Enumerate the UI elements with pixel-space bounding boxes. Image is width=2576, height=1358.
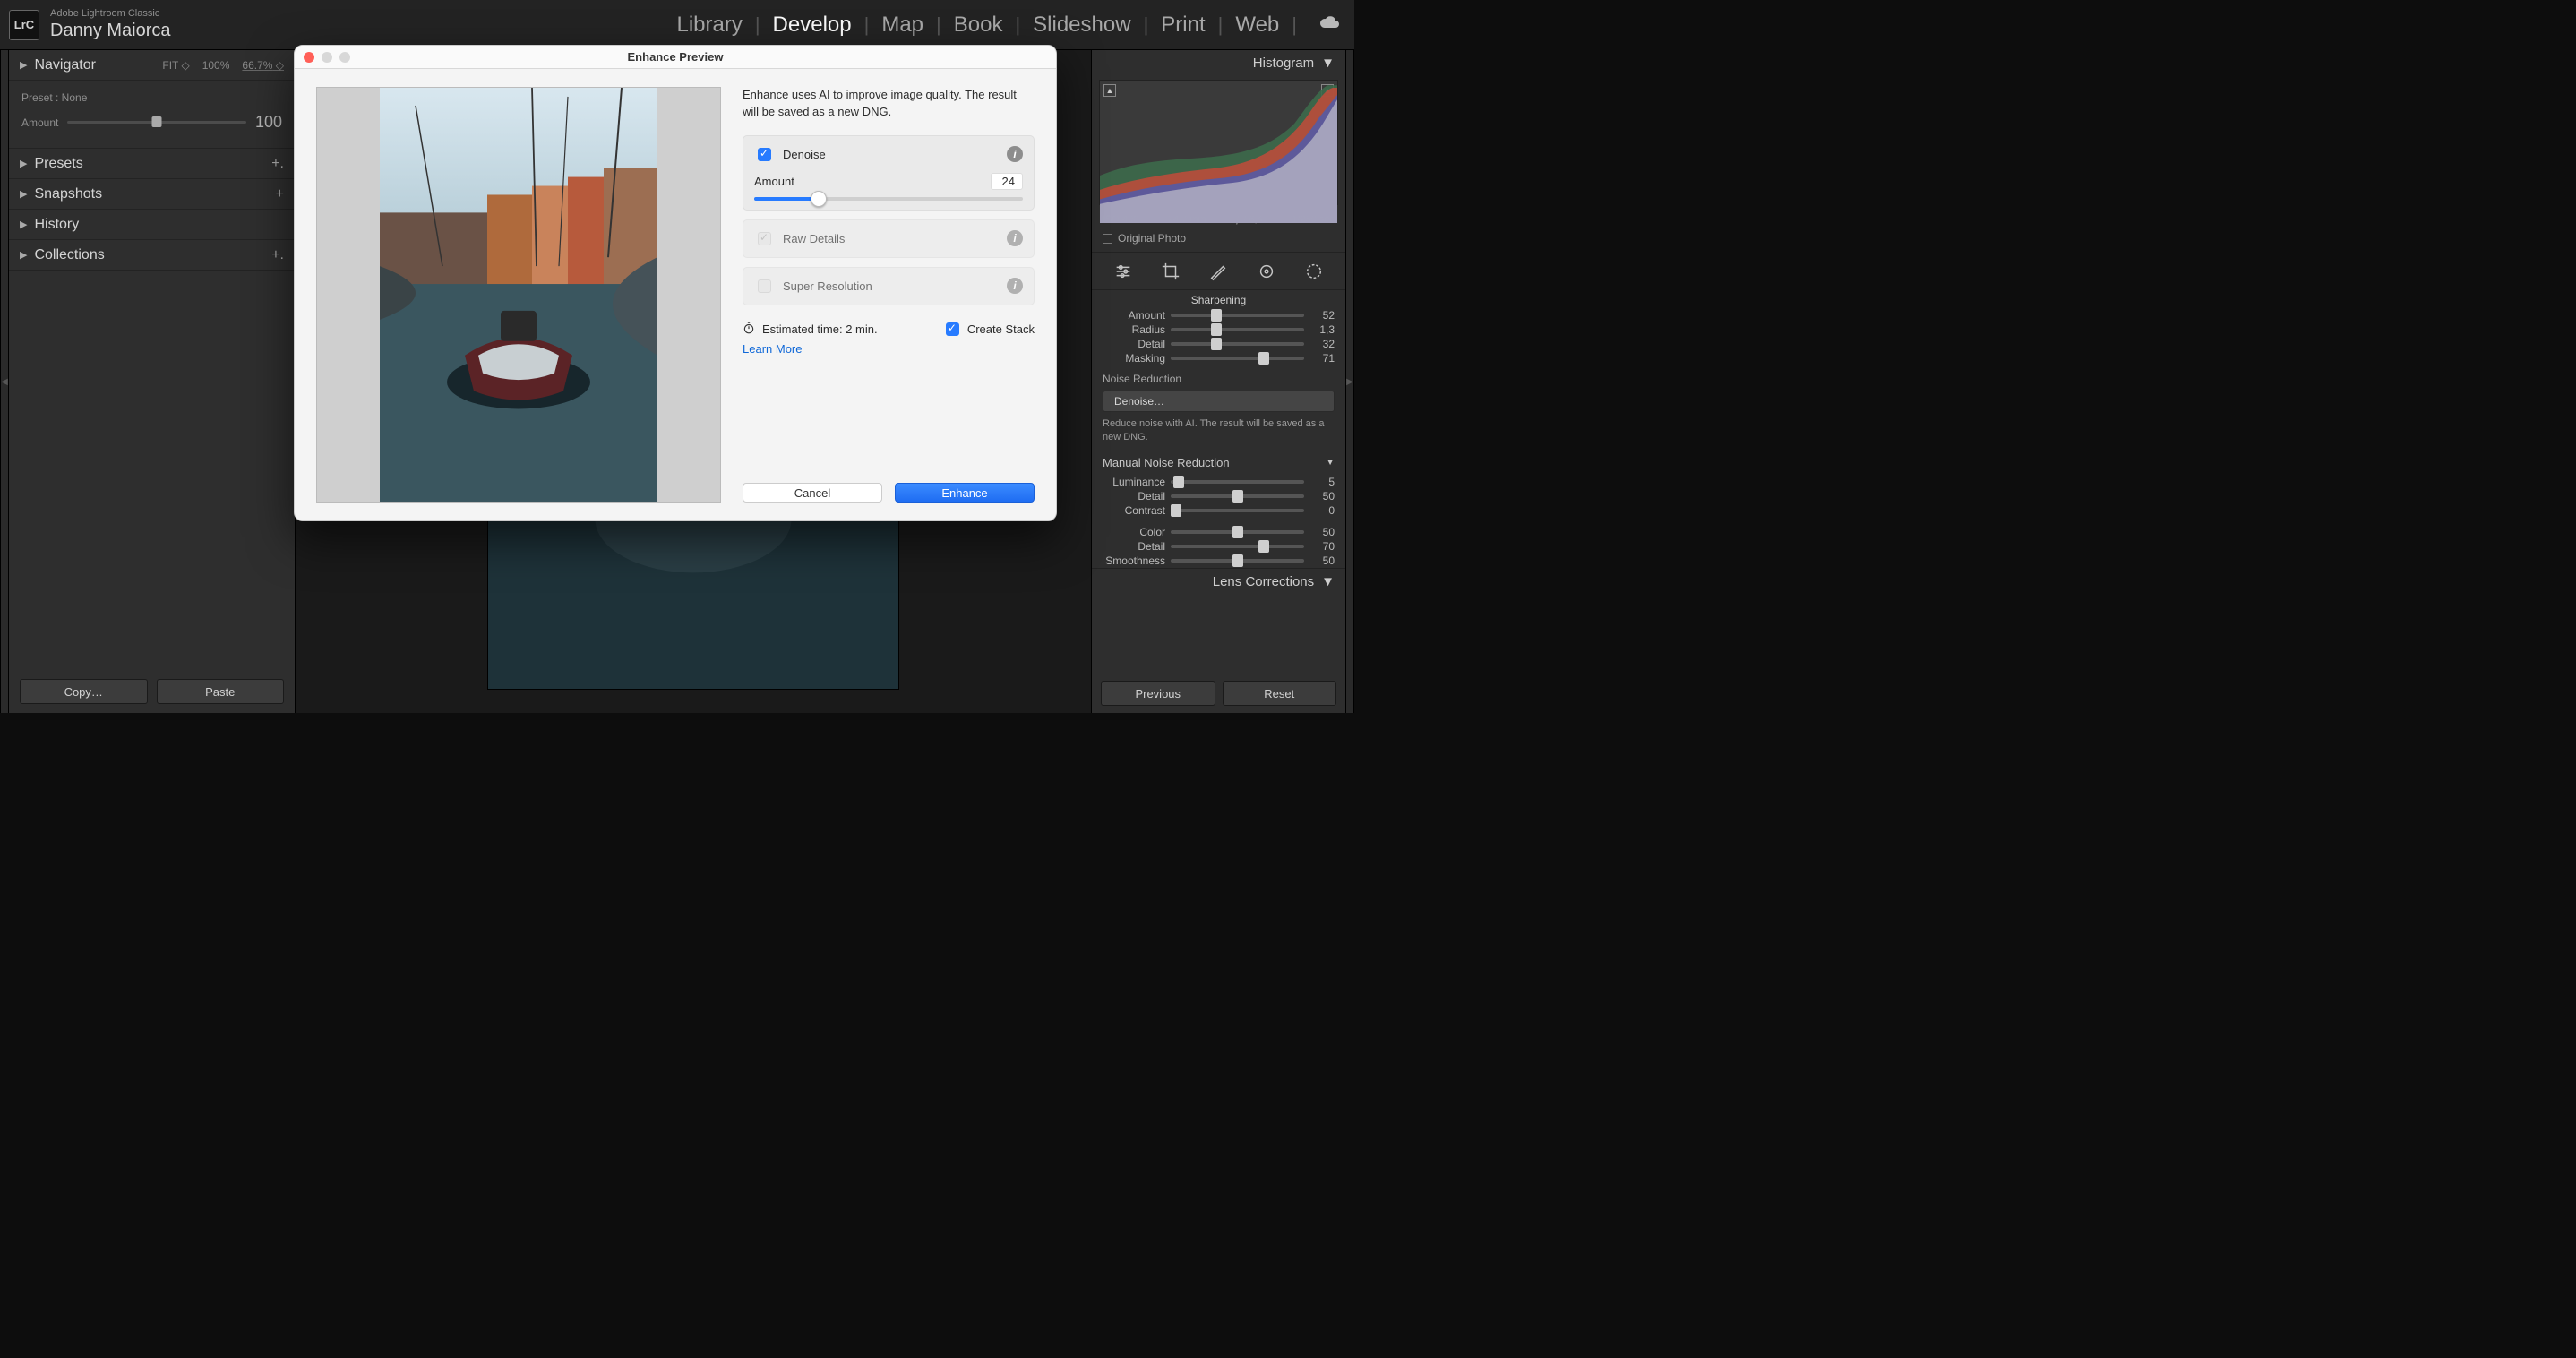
create-stack-label: Create Stack: [967, 322, 1035, 336]
raw-details-label: Raw Details: [783, 232, 845, 245]
raw-details-checkbox: [758, 232, 771, 245]
raw-details-option-box: Raw Details i: [743, 219, 1035, 258]
dialog-description: Enhance uses AI to improve image quality…: [743, 87, 1035, 121]
denoise-amount-slider[interactable]: [754, 197, 1023, 201]
create-stack-checkbox[interactable]: [946, 322, 959, 336]
estimate-row: Estimated time: 2 min. Create Stack: [743, 320, 1035, 339]
enhance-button[interactable]: Enhance: [895, 483, 1035, 503]
denoise-label: Denoise: [783, 148, 826, 161]
minimize-window-icon: [322, 52, 332, 63]
enhance-preview-image[interactable]: [316, 87, 721, 503]
denoise-option-box: Denoise i Amount 24: [743, 135, 1035, 211]
info-icon[interactable]: i: [1007, 278, 1023, 294]
dialog-body: Enhance uses AI to improve image quality…: [295, 69, 1056, 520]
dialog-title: Enhance Preview: [628, 50, 724, 64]
super-resolution-checkbox: [758, 279, 771, 293]
close-window-icon[interactable]: [304, 52, 314, 63]
dialog-overlay: Enhance Preview: [0, 0, 1354, 713]
dialog-titlebar: Enhance Preview: [295, 46, 1056, 69]
learn-more-link[interactable]: Learn More: [743, 342, 1035, 356]
denoise-amount-control: Amount 24: [754, 173, 1023, 201]
cancel-button[interactable]: Cancel: [743, 483, 882, 503]
zoom-window-icon: [339, 52, 350, 63]
info-icon[interactable]: i: [1007, 146, 1023, 162]
stopwatch-icon: [743, 322, 755, 337]
denoise-amount-value[interactable]: 24: [991, 173, 1023, 190]
dialog-buttons: Cancel Enhance: [743, 470, 1035, 503]
dialog-controls: Enhance uses AI to improve image quality…: [743, 87, 1035, 503]
denoise-amount-label: Amount: [754, 175, 794, 188]
info-icon[interactable]: i: [1007, 230, 1023, 246]
enhance-preview-dialog: Enhance Preview: [294, 45, 1057, 521]
denoise-checkbox[interactable]: [758, 148, 771, 161]
estimated-time: Estimated time: 2 min.: [762, 322, 878, 336]
super-resolution-option-box: Super Resolution i: [743, 267, 1035, 305]
super-resolution-label: Super Resolution: [783, 279, 872, 293]
window-controls: [304, 52, 350, 63]
